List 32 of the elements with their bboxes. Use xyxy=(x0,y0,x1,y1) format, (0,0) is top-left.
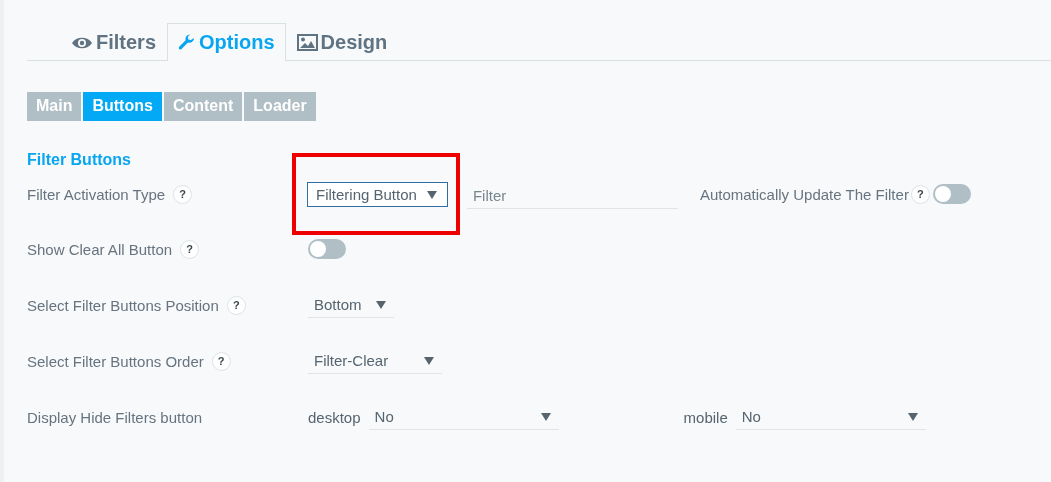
dropdown-select[interactable]: Bottom xyxy=(308,292,394,318)
help-icon[interactable]: ? xyxy=(226,295,246,315)
device-label: desktop xyxy=(308,408,361,426)
help-icon[interactable]: ? xyxy=(180,239,200,259)
dropdown-select[interactable]: No xyxy=(735,404,926,430)
field-label: Select Filter Buttons Order xyxy=(27,352,204,370)
tab[interactable]: Filters xyxy=(60,23,168,61)
caret-icon xyxy=(376,300,386,309)
dropdown-select[interactable]: No xyxy=(368,404,559,430)
toggle-switch[interactable] xyxy=(308,239,346,259)
dropdown-select[interactable]: Filtering Button xyxy=(307,182,448,207)
field-label: Filter Activation Type xyxy=(27,185,166,203)
dropdown-select[interactable]: Filter-Clear xyxy=(308,348,442,374)
toggle-switch[interactable] xyxy=(932,184,971,204)
caret-icon xyxy=(540,412,551,421)
section-title: Filter Buttons xyxy=(27,151,132,169)
help-icon[interactable]: ? xyxy=(910,184,930,204)
caret-icon xyxy=(907,412,918,421)
image-icon xyxy=(296,34,318,51)
help-icon[interactable]: ? xyxy=(173,184,193,204)
text-input[interactable]: Filter xyxy=(466,182,678,209)
field-label: Automatically Update The Filter xyxy=(699,185,909,203)
field-label: Show Clear All Button xyxy=(27,240,173,258)
wrench-icon xyxy=(178,33,197,52)
tab[interactable]: Design xyxy=(285,23,399,61)
caret-icon xyxy=(426,190,437,199)
eye-icon xyxy=(71,35,93,50)
field-label: Select Filter Buttons Position xyxy=(27,296,219,314)
help-icon[interactable]: ? xyxy=(211,351,231,371)
device-label: mobile xyxy=(683,408,728,426)
caret-icon xyxy=(424,356,434,365)
field-label: Display Hide Filters button xyxy=(27,408,203,426)
